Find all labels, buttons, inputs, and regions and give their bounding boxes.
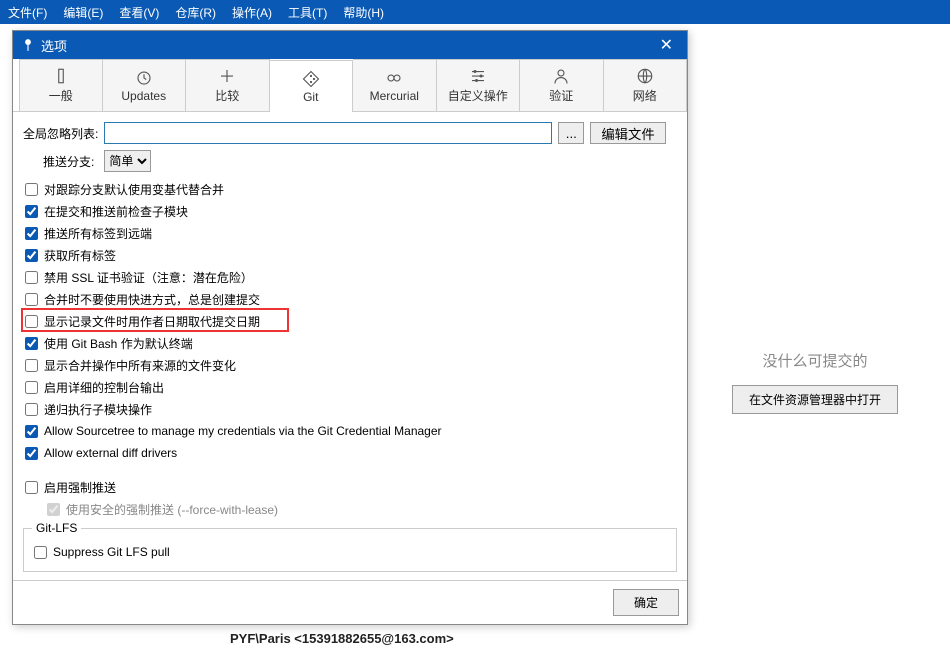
nothing-to-commit-text: 没什么可提交的 [700,350,930,371]
auth-icon [552,67,570,85]
checkbox-input[interactable] [25,271,38,284]
checkbox-row[interactable]: 在提交和推送前检查子模块 [23,200,677,222]
global-ignore-input[interactable] [104,122,552,144]
menu-item[interactable]: 编辑(E) [63,4,103,21]
tab-general[interactable]: 一般 [19,59,103,111]
git-lfs-legend: Git-LFS [32,521,81,535]
dialog-titlebar: 选项 ✕ [13,31,687,59]
checkbox-label: 显示合并操作中所有来源的文件变化 [44,357,236,374]
checkbox-row[interactable]: 禁用 SSL 证书验证（注意：潜在危险） [23,266,677,288]
checkbox-row[interactable]: 显示合并操作中所有来源的文件变化 [23,354,677,376]
checkbox-label: 获取所有标签 [44,247,116,264]
tab-custom[interactable]: 自定义操作 [437,59,521,111]
push-branch-label: 推送分支: [43,153,94,170]
checkbox-input[interactable] [25,183,38,196]
menu-item[interactable]: 帮助(H) [343,4,384,21]
checkbox-label: 递归执行子模块操作 [44,401,152,418]
close-icon[interactable]: ✕ [654,35,679,55]
menu-item[interactable]: 查看(V) [119,4,159,21]
checkbox-label: 启用详细的控制台输出 [44,379,164,396]
checkbox-row[interactable]: 启用详细的控制台输出 [23,376,677,398]
options-dialog: 选项 ✕ 一般Updates比较GitMercurial自定义操作验证网络 全局… [12,30,688,625]
suppress-lfs-checkbox[interactable]: Suppress Git LFS pull [32,541,668,563]
checkbox-input[interactable] [25,425,38,438]
tabs: 一般Updates比较GitMercurial自定义操作验证网络 [13,59,687,112]
global-ignore-label: 全局忽略列表: [23,125,98,142]
browse-button[interactable]: ... [558,122,584,144]
open-in-explorer-button[interactable]: 在文件资源管理器中打开 [732,385,898,414]
checkbox-label: 推送所有标签到远端 [44,225,152,242]
checkbox-input[interactable] [25,403,38,416]
checkbox-input[interactable] [25,359,38,372]
footer-author-text: PYF\Paris <15391882655@163.com> [230,631,454,646]
force-push-checkbox[interactable]: 启用强制推送 [23,476,677,498]
network-icon [636,67,654,85]
checkbox-input[interactable] [25,205,38,218]
menu-item[interactable]: 工具(T) [288,4,327,21]
checkbox-row[interactable]: 对跟踪分支默认使用变基代替合并 [23,178,677,200]
tab-mercurial[interactable]: Mercurial [353,59,437,111]
custom-icon [469,67,487,85]
checkbox-label: 合并时不要使用快进方式，总是创建提交 [44,291,260,308]
tab-network[interactable]: 网络 [604,59,688,111]
checkbox-label: 在提交和推送前检查子模块 [44,203,188,220]
checkbox-label: 对跟踪分支默认使用变基代替合并 [44,181,224,198]
checkbox-row[interactable]: Allow Sourcetree to manage my credential… [23,420,677,442]
menu-item[interactable]: 操作(A) [232,4,272,21]
checkbox-input[interactable] [25,381,38,394]
checkbox-input[interactable] [25,227,38,240]
compare-icon [218,67,236,85]
general-icon [52,67,70,85]
checkbox-label: Allow Sourcetree to manage my credential… [44,424,442,438]
tab-compare[interactable]: 比较 [186,59,270,111]
checkbox-row[interactable]: 获取所有标签 [23,244,677,266]
checkbox-row[interactable]: 显示记录文件时用作者日期取代提交日期 [23,310,677,332]
dialog-title: 选项 [41,36,67,55]
menubar: 文件(F) 编辑(E) 查看(V) 仓库(R) 操作(A) 工具(T) 帮助(H) [0,0,950,24]
force-with-lease-input [47,503,60,516]
checkbox-label: 显示记录文件时用作者日期取代提交日期 [44,313,260,330]
checkbox-row[interactable]: 推送所有标签到远端 [23,222,677,244]
checkbox-input[interactable] [25,337,38,350]
checkbox-label: Allow external diff drivers [44,446,177,460]
git-settings-panel: 全局忽略列表: ... 编辑文件 推送分支: 简单 对跟踪分支默认使用变基代替合… [13,112,687,580]
checkbox-input[interactable] [25,249,38,262]
tab-updates[interactable]: Updates [103,59,187,111]
force-push-input[interactable] [25,481,38,494]
push-branch-select[interactable]: 简单 [104,150,151,172]
right-panel: 没什么可提交的 在文件资源管理器中打开 [700,350,930,414]
mercurial-icon [385,69,403,87]
menu-item[interactable]: 仓库(R) [175,4,216,21]
tab-auth[interactable]: 验证 [520,59,604,111]
force-with-lease-checkbox: 使用安全的强制推送 (--force-with-lease) [23,498,677,520]
updates-icon [135,69,153,87]
checkbox-input[interactable] [25,293,38,306]
dialog-buttons: 确定 [13,580,687,624]
checkbox-row[interactable]: 使用 Git Bash 作为默认终端 [23,332,677,354]
edit-file-button[interactable]: 编辑文件 [590,122,665,144]
checkbox-row[interactable]: Allow external diff drivers [23,442,677,464]
tab-git[interactable]: Git [270,60,354,112]
checkbox-label: 使用 Git Bash 作为默认终端 [44,335,193,352]
checkbox-input[interactable] [25,447,38,460]
git-lfs-fieldset: Git-LFS Suppress Git LFS pull [23,528,677,572]
suppress-lfs-input[interactable] [34,546,47,559]
git-icon [302,70,320,88]
checkbox-row[interactable]: 递归执行子模块操作 [23,398,677,420]
checkbox-row[interactable]: 合并时不要使用快进方式，总是创建提交 [23,288,677,310]
checkbox-list: 对跟踪分支默认使用变基代替合并在提交和推送前检查子模块推送所有标签到远端获取所有… [23,178,677,464]
ok-button[interactable]: 确定 [613,589,679,616]
checkbox-input[interactable] [25,315,38,328]
checkbox-label: 禁用 SSL 证书验证（注意：潜在危险） [44,269,253,286]
app-icon [21,38,35,52]
menu-item[interactable]: 文件(F) [8,4,47,21]
